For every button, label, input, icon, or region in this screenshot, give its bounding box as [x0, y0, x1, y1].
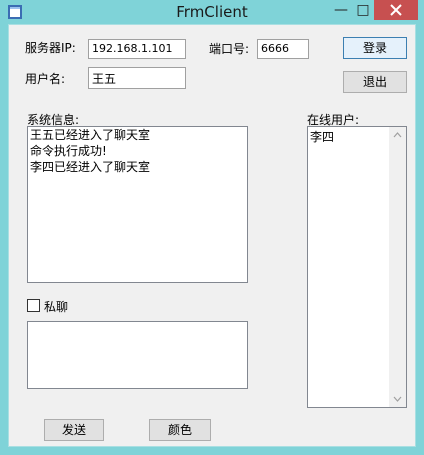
color-button[interactable]: 颜色 [149, 419, 211, 441]
system-message: 李四已经进入了聊天室 [30, 160, 151, 174]
login-button[interactable]: 登录 [343, 37, 407, 59]
scrollbar[interactable] [389, 127, 406, 407]
private-chat-label: 私聊 [44, 300, 69, 314]
server-ip-label: 服务器IP: [25, 41, 76, 55]
server-ip-input[interactable]: 192.168.1.101 [88, 39, 186, 59]
maximize-icon: □ [356, 2, 370, 18]
close-icon [390, 4, 402, 16]
private-chat-checkbox[interactable] [27, 299, 40, 312]
username-input[interactable]: 王五 [88, 67, 186, 89]
online-users-list[interactable]: 李四 [307, 126, 407, 408]
port-label: 端口号: [209, 42, 250, 56]
username-label: 用户名: [25, 72, 66, 86]
close-button[interactable] [374, 0, 418, 20]
minimize-icon: — [334, 2, 348, 18]
message-input[interactable] [27, 321, 248, 389]
form-client-area: 服务器IP: 192.168.1.101 端口号: 6666 登录 用户名: 王… [8, 24, 416, 447]
scroll-down-icon[interactable] [389, 390, 406, 407]
send-button[interactable]: 发送 [44, 419, 104, 441]
title-bar: FrmClient — □ [0, 0, 424, 24]
system-info-textbox[interactable]: 王五已经进入了聊天室 命令执行成功! 李四已经进入了聊天室 [27, 126, 248, 283]
scroll-up-icon[interactable] [389, 127, 406, 144]
system-message: 命令执行成功! [30, 144, 107, 158]
port-input[interactable]: 6666 [257, 39, 309, 59]
exit-button[interactable]: 退出 [343, 71, 407, 93]
system-message: 王五已经进入了聊天室 [30, 128, 151, 142]
